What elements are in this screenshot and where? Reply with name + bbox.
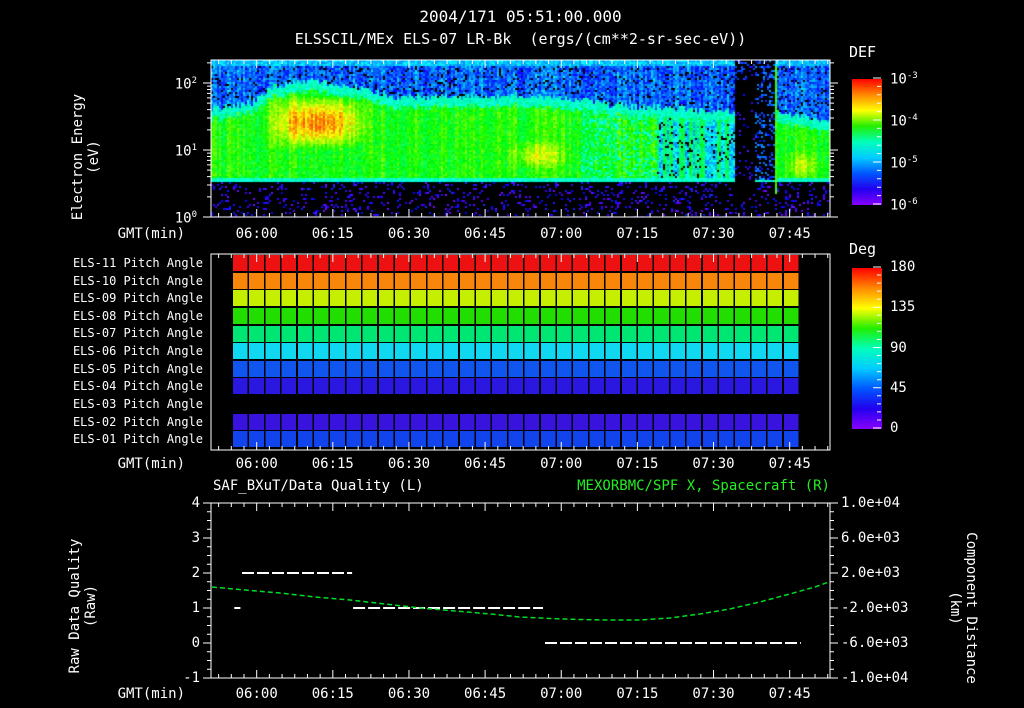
pitch-frame xyxy=(210,253,831,451)
plot-page: { "header": { "timestamp": "2004/171 05:… xyxy=(0,0,1024,708)
timeseries-frame xyxy=(210,502,831,679)
quality-series-line xyxy=(234,572,801,644)
distance-series-line xyxy=(211,581,829,621)
spectrogram-frame xyxy=(210,59,831,218)
axis-ticks xyxy=(203,60,881,679)
axes-overlay xyxy=(203,59,881,679)
